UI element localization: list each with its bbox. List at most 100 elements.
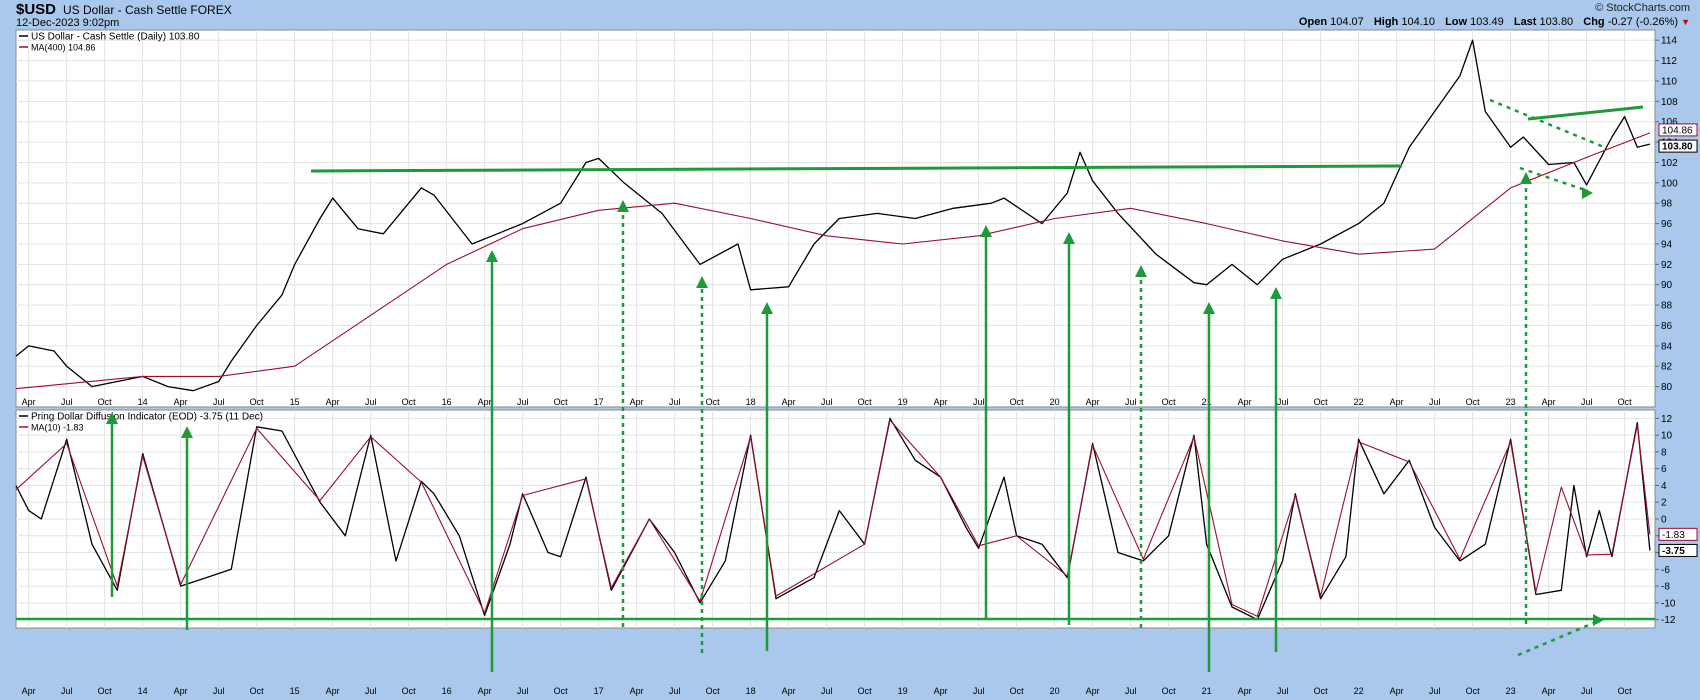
price-ytick-label: 82 [1661,362,1673,373]
indicator-xtick-label: Oct [1314,686,1329,696]
price-xtick-label: Oct [1314,397,1329,407]
indicator-xtick-label: Apr [478,686,492,696]
indicator-xtick-label: 21 [1202,686,1212,696]
price-ytick-label: 98 [1661,199,1673,210]
indicator-xtick-label: Oct [402,686,417,696]
price-legend-entry: MA(400) 104.86 [31,43,96,53]
indicator-xtick-label: Oct [706,686,721,696]
indicator-xtick-label: Oct [98,686,113,696]
indicator-xtick-label: Jul [365,686,377,696]
price-ytick-label: 80 [1661,382,1673,393]
indicator-value-tag-label: -3.75 [1662,546,1685,557]
price-xtick-label: Jul [517,397,529,407]
price-ytick-label: 92 [1661,260,1673,271]
price-xtick-label: 16 [442,397,452,407]
indicator-ytick-label: -8 [1661,582,1670,593]
indicator-xtick-label: Jul [1277,686,1289,696]
price-xtick-label: Jul [821,397,833,407]
price-xtick-label: Jul [1277,397,1289,407]
price-ytick-label: 100 [1661,178,1678,189]
price-xtick-label: 20 [1050,397,1060,407]
price-xtick-label: Jul [61,397,73,407]
indicator-xtick-label: 22 [1354,686,1364,696]
indicator-xtick-label: Oct [1162,686,1177,696]
price-ytick-label: 86 [1661,321,1673,332]
indicator-ytick-label: -10 [1661,598,1676,609]
price-xtick-label: 23 [1506,397,1516,407]
price-xtick-label: Oct [1162,397,1177,407]
price-xtick-label: Apr [1086,397,1100,407]
price-ytick-label: 114 [1661,36,1677,47]
price-ytick-label: 108 [1661,97,1678,108]
indicator-xtick-label: Oct [858,686,873,696]
indicator-xtick-label: 15 [290,686,300,696]
price-ytick-label: 84 [1661,341,1673,352]
indicator-legend-entry: MA(10) -1.83 [31,423,84,433]
price-xtick-label: Oct [1466,397,1481,407]
price-xtick-label: Oct [98,397,113,407]
price-xtick-label: Oct [554,397,569,407]
indicator-ytick-label: 0 [1661,515,1667,526]
price-xtick-label: 15 [290,397,300,407]
price-xtick-label: Jul [1125,397,1137,407]
indicator-ytick-label: 12 [1661,414,1673,425]
indicator-xtick-label: Oct [554,686,569,696]
indicator-xtick-label: Apr [1086,686,1100,696]
indicator-xtick-label: Apr [22,686,36,696]
indicator-xtick-label: Jul [517,686,529,696]
indicator-xtick-label: 17 [594,686,604,696]
indicator-xtick-label: Apr [326,686,340,696]
price-ytick-label: 96 [1661,219,1673,230]
indicator-xtick-label: 16 [442,686,452,696]
price-xtick-label: Apr [934,397,948,407]
indicator-xtick-label: Oct [1010,686,1025,696]
price-plot-area [15,29,1656,408]
indicator-xtick-label: Apr [174,686,188,696]
price-xtick-label: Jul [1429,397,1441,407]
price-xtick-label: 22 [1354,397,1364,407]
indicator-legend-entry: Pring Dollar Diffusion Indicator (EOD) -… [31,412,263,423]
price-legend-entry: US Dollar - Cash Settle (Daily) 103.80 [31,32,200,43]
price-xtick-label: Apr [22,397,36,407]
price-xtick-label: Apr [782,397,796,407]
indicator-xtick-label: Apr [1238,686,1252,696]
indicator-xtick-label: 20 [1050,686,1060,696]
indicator-xtick-label: Jul [1125,686,1137,696]
price-xtick-label: Jul [213,397,225,407]
price-xtick-label: Apr [630,397,644,407]
price-xtick-label: Jul [1581,397,1593,407]
indicator-xtick-label: Apr [630,686,644,696]
price-xtick-label: Jul [365,397,377,407]
price-xtick-label: Oct [402,397,417,407]
price-xtick-label: Apr [478,397,492,407]
price-xtick-label: Apr [1542,397,1556,407]
price-xtick-label: 17 [594,397,604,407]
chart-canvas: 8082848688909294969810010210410610811011… [15,29,1698,696]
indicator-xtick-label: Oct [1618,686,1633,696]
price-xtick-label: Oct [250,397,265,407]
indicator-xtick-label: Oct [250,686,265,696]
price-xtick-label: Apr [326,397,340,407]
price-ytick-label: 110 [1661,76,1677,87]
indicator-xtick-label: Apr [782,686,796,696]
price-xtick-label: Jul [669,397,681,407]
indicator-xtick-label: Jul [973,686,985,696]
price-xtick-label: Apr [1390,397,1404,407]
price-panel: 8082848688909294969810010210410610811011… [15,29,1698,408]
indicator-xtick-label: 18 [746,686,756,696]
indicator-ytick-label: 8 [1661,447,1667,458]
indicator-value-tag-label: -1.83 [1662,530,1685,541]
indicator-xtick-label: 14 [138,686,148,696]
indicator-ytick-label: 10 [1661,431,1673,442]
price-xtick-label: 19 [898,397,908,407]
indicator-xtick-label: Jul [213,686,225,696]
indicator-xtick-label: Jul [1581,686,1593,696]
price-xtick-label: Apr [1238,397,1252,407]
price-xtick-label: Apr [174,397,188,407]
indicator-xtick-label: Jul [1429,686,1441,696]
indicator-xtick-label: Jul [61,686,73,696]
price-ytick-label: 90 [1661,280,1673,291]
price-xtick-label: 14 [138,397,148,407]
indicator-ytick-label: -6 [1661,565,1670,576]
indicator-xtick-label: Apr [1542,686,1556,696]
